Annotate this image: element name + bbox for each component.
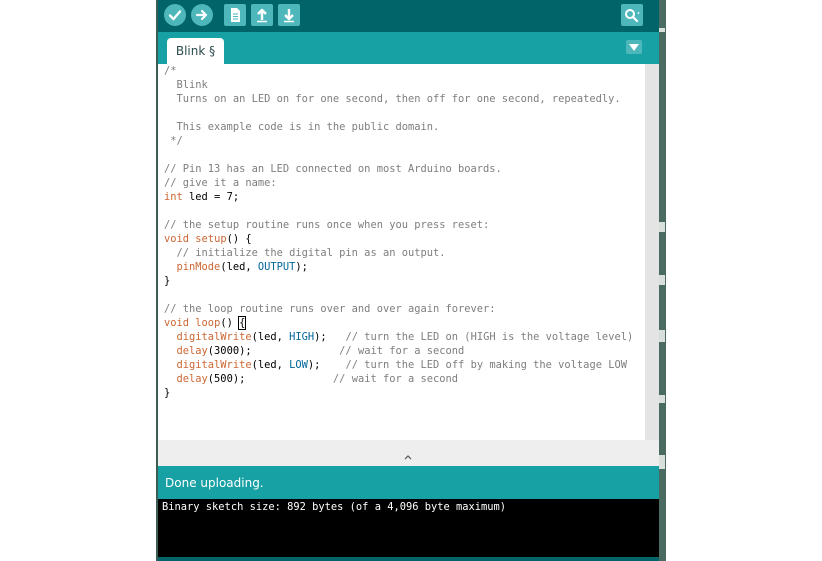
code-line[interactable] — [164, 204, 633, 218]
code-line[interactable]: } — [164, 274, 633, 288]
code-token: int — [164, 191, 183, 203]
arduino-ide-window: Blink § /* Blink Turns on an LED on for … — [158, 0, 659, 561]
toolbar — [158, 0, 659, 32]
code-token: This example code is in the public domai… — [164, 121, 440, 133]
code-line[interactable]: } — [164, 386, 633, 400]
code-token: // turn the LED off by making the voltag… — [345, 359, 627, 371]
text-cursor: { — [238, 316, 247, 330]
arrow-down-icon — [284, 9, 294, 23]
code-token: () — [220, 317, 240, 329]
code-line[interactable]: void setup() { — [164, 232, 633, 246]
tab-bar: Blink § — [158, 32, 659, 64]
code-token: LOW — [289, 359, 308, 371]
code-line[interactable] — [164, 148, 633, 162]
code-token: () { — [226, 233, 252, 245]
code-token: // turn the LED on (HIGH is the voltage … — [345, 331, 634, 343]
editor-scrollbar[interactable] — [645, 64, 659, 440]
check-icon — [168, 10, 182, 21]
code-token: } — [164, 275, 171, 287]
code-token: /* — [164, 65, 177, 77]
code-line[interactable]: Blink — [164, 78, 633, 92]
code-token: pinMode — [176, 261, 221, 273]
serial-monitor-button[interactable] — [621, 4, 643, 26]
new-file-icon — [231, 8, 240, 22]
code-token: void — [164, 317, 190, 329]
pane-divider[interactable] — [158, 440, 659, 466]
code-line[interactable]: Turns on an LED on for one second, then … — [164, 92, 633, 106]
code-line[interactable] — [164, 288, 633, 302]
code-token: OUTPUT — [257, 261, 296, 273]
console-output[interactable]: Binary sketch size: 892 bytes (of a 4,09… — [158, 499, 659, 557]
code-token: delay — [176, 345, 208, 357]
code-token: delay — [176, 373, 208, 385]
code-token: // the setup routine runs once when you … — [164, 219, 490, 231]
code-token: ); — [314, 331, 346, 343]
code-token: (led, — [220, 261, 258, 273]
code-line[interactable]: // the setup routine runs once when you … — [164, 218, 633, 232]
code-token: setup — [195, 233, 227, 245]
code-line[interactable]: /* — [164, 64, 633, 78]
console-text: Binary sketch size: 892 bytes (of a 4,09… — [162, 501, 507, 513]
tab-blink[interactable]: Blink § — [167, 38, 224, 64]
code-token: // initialize the digital pin as an outp… — [164, 247, 446, 259]
code-token: (led, — [251, 359, 290, 371]
code-token: ); — [295, 261, 308, 273]
code-line[interactable]: int led = 7; — [164, 190, 633, 204]
code-line[interactable]: // initialize the digital pin as an outp… — [164, 246, 633, 260]
code-line[interactable]: void loop() { — [164, 316, 633, 330]
status-bar: Done uploading. — [158, 466, 659, 499]
caret-up-icon[interactable] — [404, 454, 412, 460]
code-line[interactable] — [164, 106, 633, 120]
tab-menu-button[interactable] — [626, 40, 642, 54]
code-token: Blink — [164, 79, 208, 91]
code-line[interactable]: digitalWrite(led, HIGH); // turn the LED… — [164, 330, 634, 344]
code-token: digitalWrite — [176, 331, 252, 343]
verify-button[interactable] — [164, 4, 186, 26]
code-token: Turns on an LED on for one second, then … — [164, 93, 621, 105]
code-line[interactable]: // give it a name: — [164, 176, 633, 190]
code-token: digitalWrite — [176, 359, 252, 371]
magnifier-icon — [625, 9, 640, 22]
code-token: // wait for a second — [339, 345, 465, 357]
code-line[interactable]: pinMode(led, OUTPUT); — [164, 260, 633, 274]
code-token: (led, — [251, 331, 290, 343]
save-button[interactable] — [278, 4, 300, 26]
code-editor[interactable]: /* Blink Turns on an LED on for one seco… — [158, 64, 646, 440]
code-line[interactable]: */ — [164, 134, 633, 148]
code-token: // the loop routine runs over and over a… — [164, 303, 496, 315]
new-button[interactable] — [224, 4, 246, 26]
code-token: led = 7; — [182, 191, 240, 203]
arrow-right-icon — [195, 9, 208, 21]
code-token: ); — [307, 359, 346, 371]
code-token: // Pin 13 has an LED connected on most A… — [164, 163, 502, 175]
code-line[interactable]: delay(3000); // wait for a second — [164, 344, 633, 358]
code-token: */ — [164, 135, 183, 147]
window-bottom-edge — [158, 557, 659, 561]
code-token: void — [164, 233, 190, 245]
upload-button[interactable] — [191, 4, 213, 26]
open-button[interactable] — [251, 4, 273, 26]
code-line[interactable]: delay(500); // wait for a second — [164, 372, 633, 386]
code-text[interactable]: /* Blink Turns on an LED on for one seco… — [164, 64, 633, 400]
code-line[interactable]: digitalWrite(led, LOW); // turn the LED … — [164, 358, 633, 372]
desktop-right-edge — [658, 0, 666, 561]
code-line[interactable]: // Pin 13 has an LED connected on most A… — [164, 162, 633, 176]
triangle-down-icon — [629, 43, 639, 51]
code-token: (500); — [207, 373, 333, 385]
code-token: (3000); — [207, 345, 340, 357]
code-token: } — [164, 387, 171, 399]
code-token: HIGH — [289, 331, 315, 343]
code-token: loop — [195, 317, 221, 329]
status-text: Done uploading. — [165, 475, 264, 490]
arrow-up-icon — [257, 8, 267, 23]
code-token: // give it a name: — [164, 177, 277, 189]
code-line[interactable]: This example code is in the public domai… — [164, 120, 633, 134]
code-line[interactable]: // the loop routine runs over and over a… — [164, 302, 633, 316]
code-token: // wait for a second — [332, 373, 459, 385]
